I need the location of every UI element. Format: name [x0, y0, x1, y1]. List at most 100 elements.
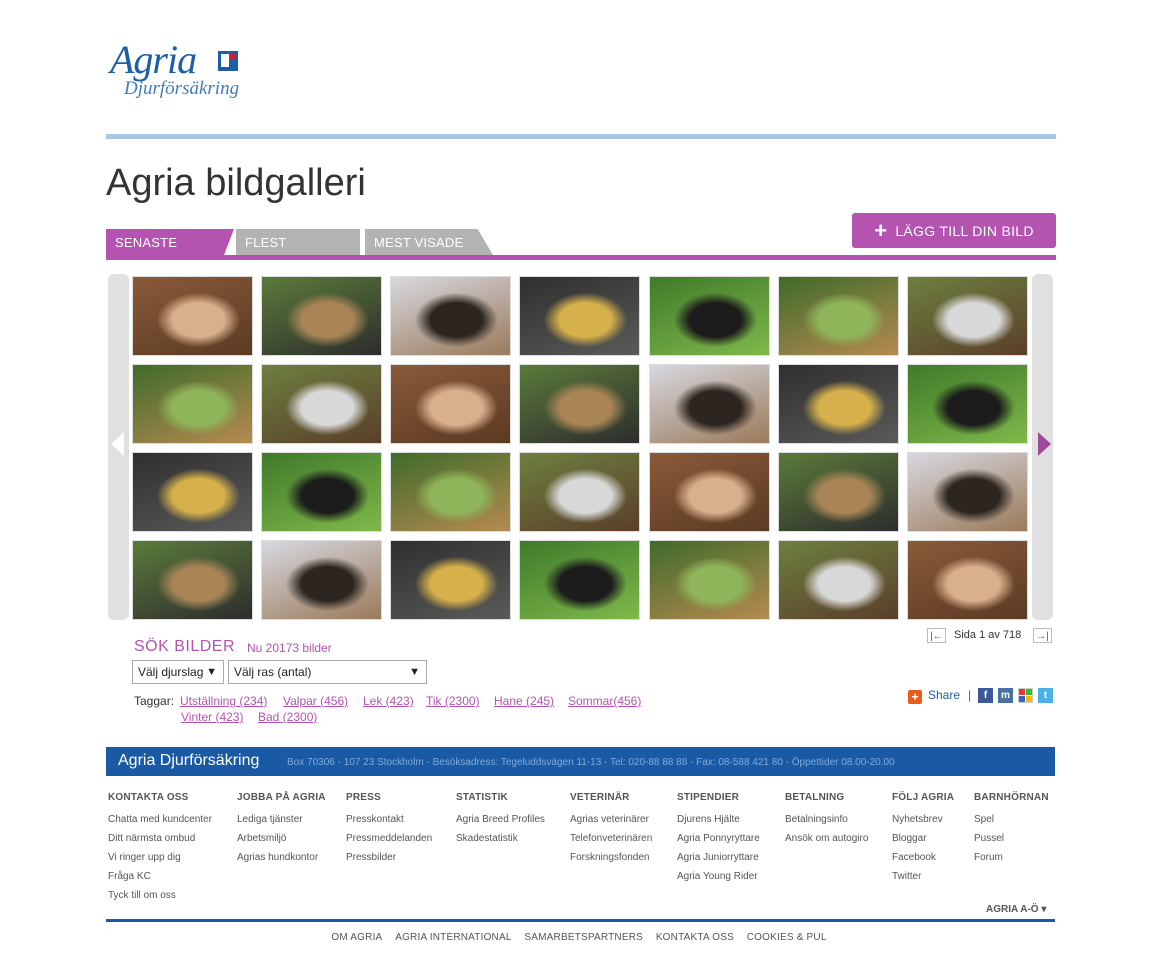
- breed-select[interactable]: Välj ras (antal) ▼: [228, 660, 427, 684]
- gallery-thumbnail[interactable]: [132, 452, 253, 532]
- footer-link[interactable]: Agrias hundkontor: [237, 848, 326, 867]
- gallery-prev-button[interactable]: [108, 274, 129, 620]
- tag-link[interactable]: Utställning (234): [180, 694, 267, 708]
- gallery-next-button[interactable]: [1032, 274, 1053, 620]
- footer-column-heading[interactable]: JOBBA PÅ AGRIA: [237, 792, 326, 803]
- footer-column-heading[interactable]: VETERINÄR: [570, 792, 652, 803]
- tag-link[interactable]: Hane (245): [494, 694, 554, 708]
- last-page-button[interactable]: →|: [1033, 628, 1052, 643]
- gallery-thumbnail[interactable]: [390, 276, 511, 356]
- gallery-thumbnail[interactable]: [519, 540, 640, 620]
- bottom-link-partners[interactable]: SAMARBETSPARTNERS: [524, 932, 643, 943]
- gallery-thumbnail[interactable]: [261, 540, 382, 620]
- footer-link[interactable]: Telefonveterinären: [570, 829, 652, 848]
- footer-link[interactable]: Forskningsfonden: [570, 848, 652, 867]
- footer-link[interactable]: Nyhetsbrev: [892, 810, 954, 829]
- gallery-thumbnail[interactable]: [907, 276, 1028, 356]
- gallery-thumbnail[interactable]: [132, 364, 253, 444]
- gallery-thumbnail[interactable]: [261, 364, 382, 444]
- tag-link[interactable]: Valpar (456): [283, 694, 348, 708]
- twitter-icon[interactable]: t: [1038, 688, 1053, 703]
- footer-link[interactable]: Presskontakt: [346, 810, 432, 829]
- footer-column-heading[interactable]: STIPENDIER: [677, 792, 760, 803]
- facebook-icon[interactable]: f: [978, 688, 993, 703]
- footer-link[interactable]: Fråga KC: [108, 867, 212, 886]
- footer-link[interactable]: Skadestatistik: [456, 829, 545, 848]
- arrow-right-icon: [1038, 432, 1051, 456]
- share-button[interactable]: + Share: [908, 688, 960, 704]
- google-icon[interactable]: [1018, 688, 1033, 703]
- footer-link[interactable]: Tyck till om oss: [108, 886, 212, 905]
- myspace-icon[interactable]: m: [998, 688, 1013, 703]
- gallery-thumbnail[interactable]: [649, 364, 770, 444]
- footer-link[interactable]: Agria Breed Profiles: [456, 810, 545, 829]
- tag-link[interactable]: Bad (2300): [258, 710, 317, 724]
- footer-column-heading[interactable]: KONTAKTA OSS: [108, 792, 212, 803]
- gallery-thumbnail[interactable]: [778, 364, 899, 444]
- footer-column-heading[interactable]: BETALNING: [785, 792, 868, 803]
- footer-link[interactable]: Facebook: [892, 848, 954, 867]
- footer-column-heading[interactable]: BARNHÖRNAN: [974, 792, 1049, 803]
- tag-link[interactable]: Tik (2300): [426, 694, 480, 708]
- footer-link[interactable]: Vi ringer upp dig: [108, 848, 212, 867]
- first-page-button[interactable]: |←: [927, 628, 946, 643]
- footer-link[interactable]: Lediga tjänster: [237, 810, 326, 829]
- gallery-thumbnail[interactable]: [778, 452, 899, 532]
- footer-column-heading[interactable]: STATISTIK: [456, 792, 545, 803]
- footer-link[interactable]: Ansök om autogiro: [785, 829, 868, 848]
- tag-link[interactable]: Lek (423): [363, 694, 414, 708]
- gallery-thumbnail[interactable]: [519, 364, 640, 444]
- footer-link[interactable]: Spel: [974, 810, 1049, 829]
- footer-link[interactable]: Agria Young Rider: [677, 867, 760, 886]
- tab-latest-pictures[interactable]: SENASTE BILDERNA: [106, 229, 234, 278]
- bottom-link-international[interactable]: AGRIA INTERNATIONAL: [395, 932, 511, 943]
- species-select[interactable]: Välj djurslag ▼: [132, 660, 224, 684]
- footer-link[interactable]: Pussel: [974, 829, 1049, 848]
- gallery-thumbnail[interactable]: [390, 364, 511, 444]
- gallery-thumbnail[interactable]: [778, 540, 899, 620]
- gallery-thumbnail[interactable]: [649, 540, 770, 620]
- add-picture-button[interactable]: + LÄGG TILL DIN BILD: [852, 213, 1056, 248]
- gallery-thumbnail[interactable]: [519, 276, 640, 356]
- footer-link[interactable]: Agria Ponnyryttare: [677, 829, 760, 848]
- gallery-thumbnail[interactable]: [649, 452, 770, 532]
- footer-link[interactable]: Forum: [974, 848, 1049, 867]
- agria-logo[interactable]: Agria Djurförsäkring: [110, 36, 250, 106]
- footer-link[interactable]: Chatta med kundcenter: [108, 810, 212, 829]
- footer-link[interactable]: Pressbilder: [346, 848, 432, 867]
- logo-subtitle: Djurförsäkring: [124, 78, 240, 99]
- footer-link[interactable]: Ditt närmsta ombud: [108, 829, 212, 848]
- footer-link[interactable]: Agrias veterinärer: [570, 810, 652, 829]
- agria-a-o-link[interactable]: AGRIA A-Ö ▾: [986, 904, 1046, 915]
- footer-column-heading[interactable]: FÖLJ AGRIA: [892, 792, 954, 803]
- gallery-thumbnail[interactable]: [778, 276, 899, 356]
- footer-link[interactable]: Arbetsmiljö: [237, 829, 326, 848]
- gallery-thumbnail[interactable]: [907, 452, 1028, 532]
- gallery-thumbnail[interactable]: [390, 540, 511, 620]
- footer-link[interactable]: Bloggar: [892, 829, 954, 848]
- bottom-link-about[interactable]: OM AGRIA: [331, 932, 382, 943]
- gallery-thumbnail[interactable]: [519, 452, 640, 532]
- footer-link[interactable]: Djurens Hjälte: [677, 810, 760, 829]
- tab-most-viewed[interactable]: MEST VISADE: [365, 229, 493, 255]
- footer-column-heading[interactable]: PRESS: [346, 792, 432, 803]
- gallery-thumbnail[interactable]: [132, 276, 253, 356]
- footer-link[interactable]: Pressmeddelanden: [346, 829, 432, 848]
- footer-link[interactable]: Agria Juniorryttare: [677, 848, 760, 867]
- gallery-thumbnail[interactable]: [261, 452, 382, 532]
- bottom-link-contact[interactable]: KONTAKTA OSS: [656, 932, 734, 943]
- bottom-link-cookies[interactable]: COOKIES & PUL: [747, 932, 827, 943]
- tab-label: MEST VISADE: [374, 235, 464, 250]
- tab-most-hearts[interactable]: FLEST HJÄRTAN ♥: [236, 229, 360, 255]
- gallery-thumbnail[interactable]: [907, 540, 1028, 620]
- gallery-thumbnail[interactable]: [649, 276, 770, 356]
- footer-link[interactable]: Betalningsinfo: [785, 810, 868, 829]
- footer-column: BARNHÖRNAN Spel Pussel Forum: [974, 792, 1049, 867]
- tag-link[interactable]: Vinter (423): [181, 710, 243, 724]
- footer-link[interactable]: Twitter: [892, 867, 954, 886]
- gallery-thumbnail[interactable]: [390, 452, 511, 532]
- gallery-thumbnail[interactable]: [907, 364, 1028, 444]
- gallery-thumbnail[interactable]: [261, 276, 382, 356]
- gallery-thumbnail[interactable]: [132, 540, 253, 620]
- tag-link[interactable]: Sommar(456): [568, 694, 641, 708]
